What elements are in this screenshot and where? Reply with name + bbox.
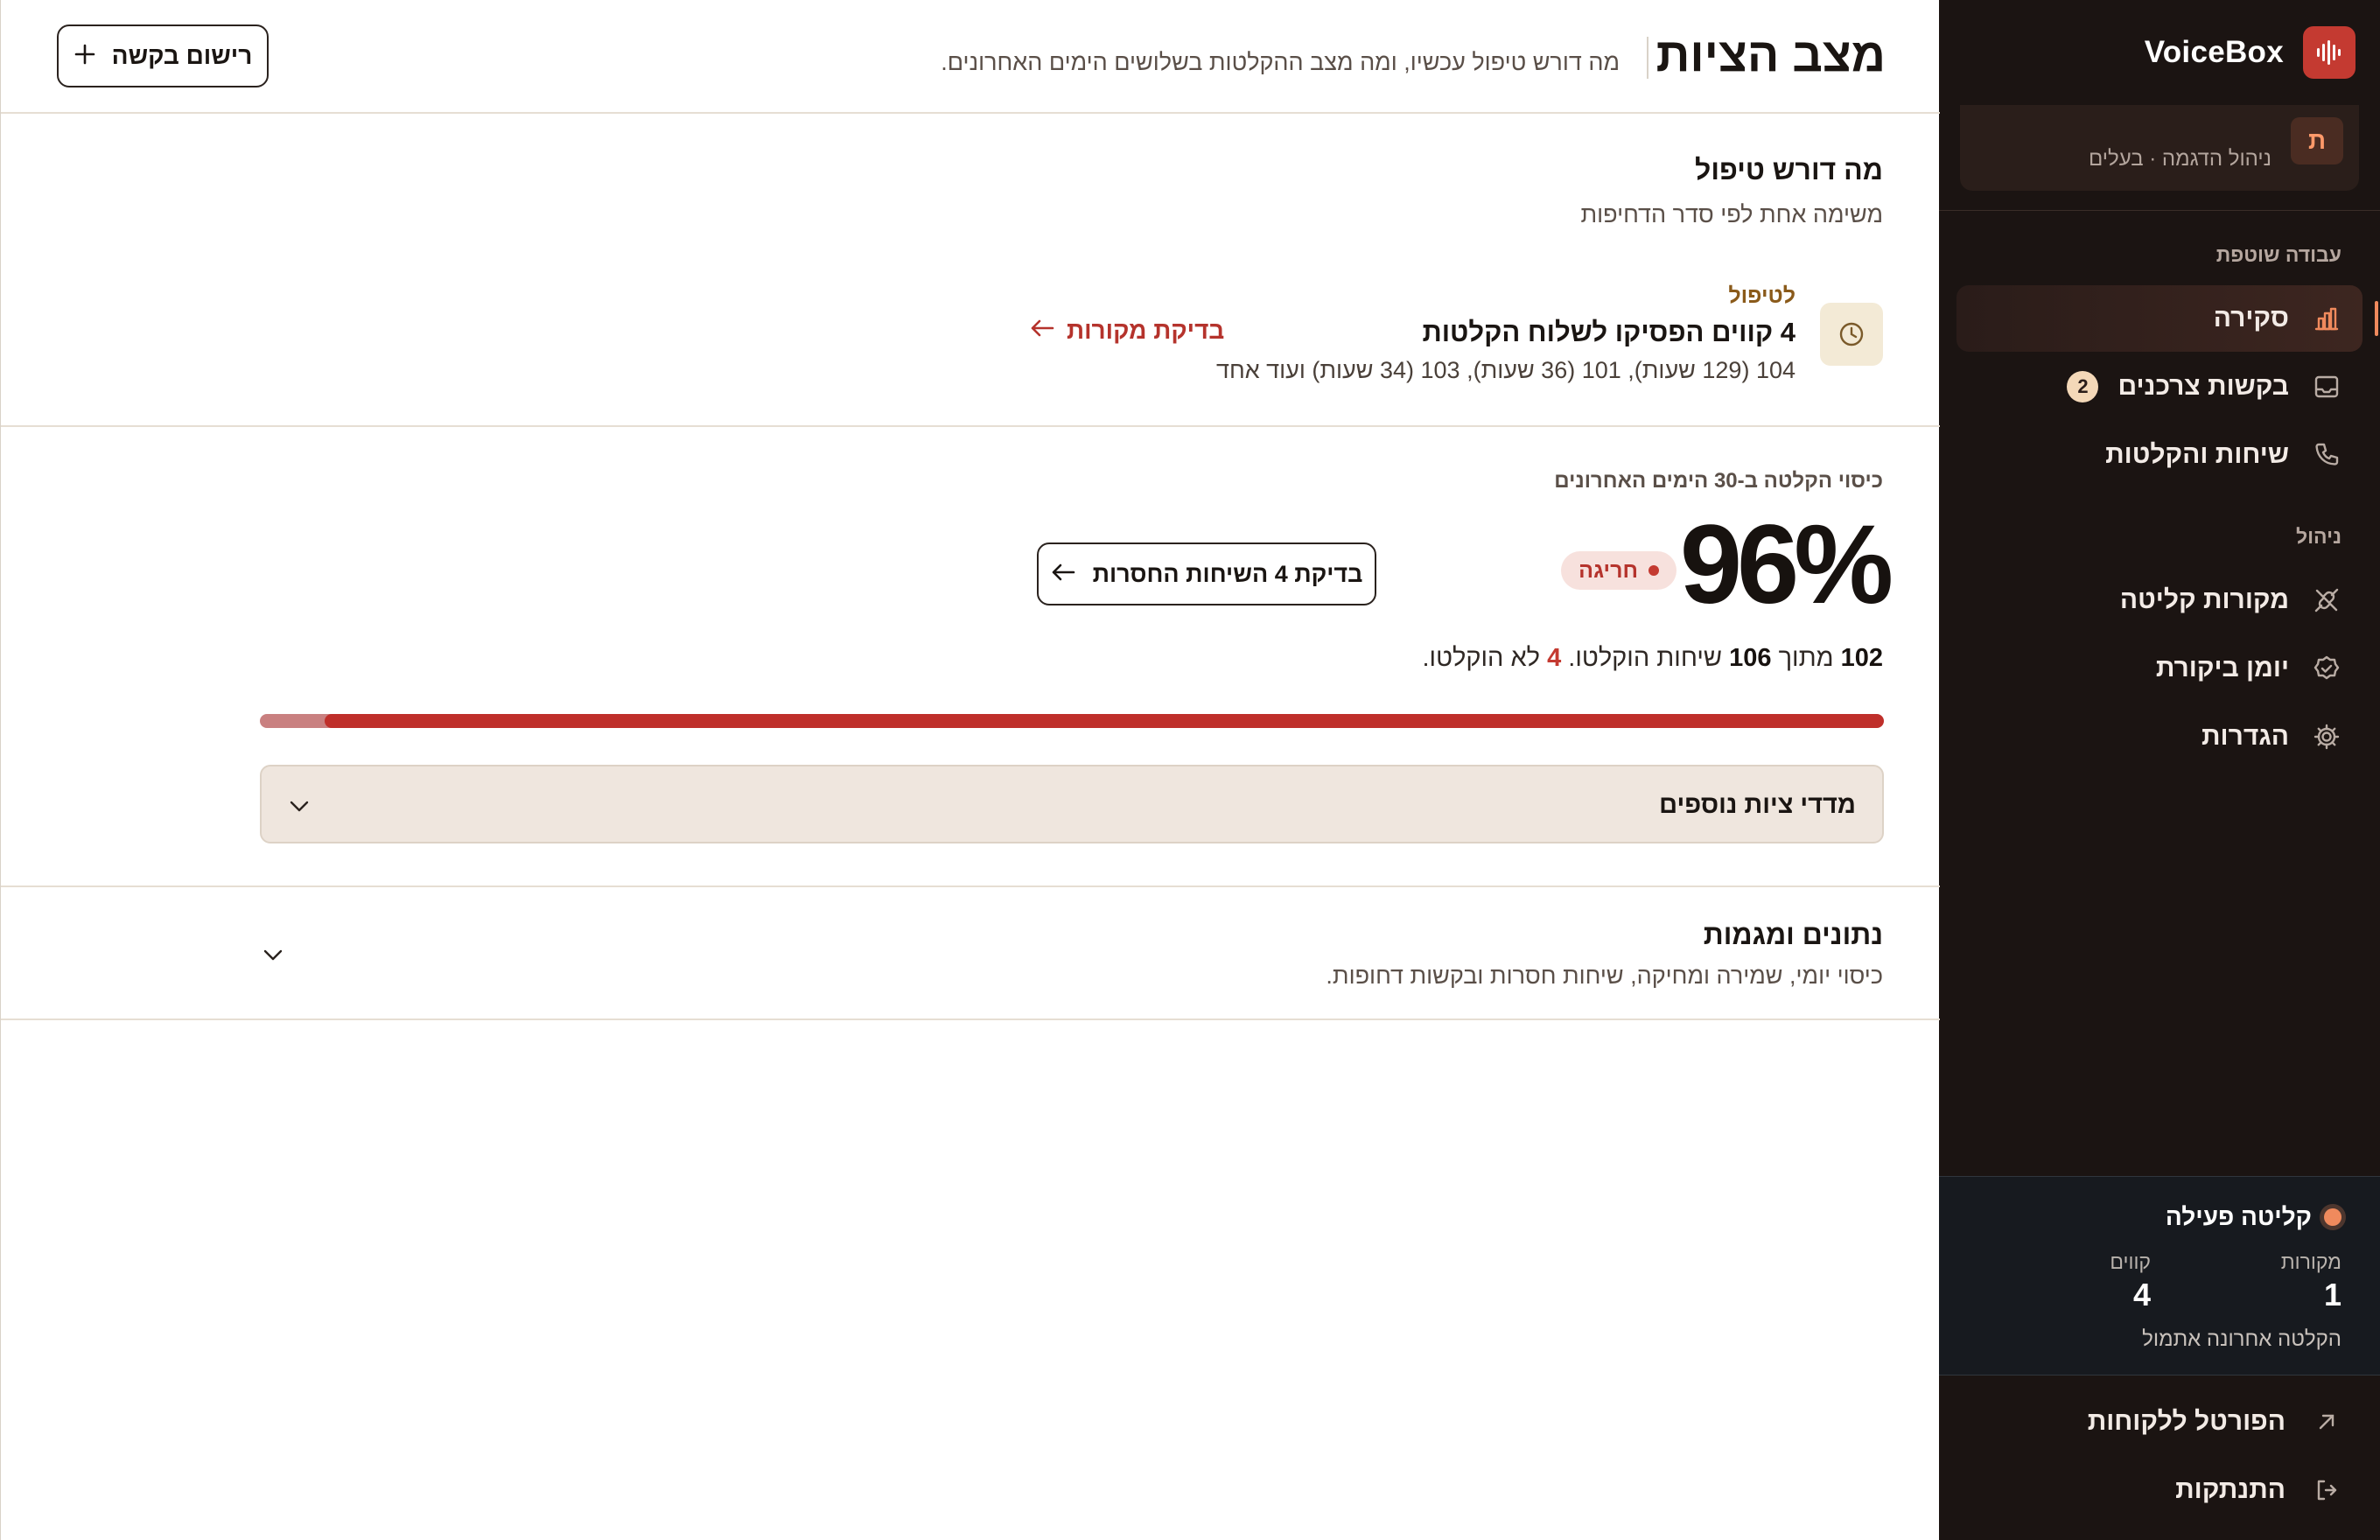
tenant-subtitle: ניהול הדגמה · בעלים — [2088, 147, 2272, 171]
logout-button[interactable]: התנתקות — [2175, 1475, 2342, 1505]
sidebar-header: VoiceBox — [1939, 0, 2380, 105]
status-badge: חריגה — [1561, 551, 1676, 590]
main-content: מצב הציות מה דורש טיפול עכשיו, ומה מצב ה… — [0, 0, 1940, 1540]
missing-count: 4 — [1547, 644, 1562, 672]
task-tag: לטיפול — [1728, 284, 1796, 308]
coverage-progress-fill — [325, 714, 1884, 728]
new-request-label: רישום בקשה — [111, 42, 253, 69]
more-metrics-title: מדדי ציות נוספים — [1659, 791, 1856, 819]
status-dot-icon — [2324, 1208, 2342, 1226]
external-link-icon — [2312, 1407, 2342, 1437]
inbox-icon — [2312, 372, 2342, 402]
text-recorded: שיחות הוקלטו. — [1568, 644, 1723, 672]
title-divider — [1647, 37, 1648, 79]
portal-link-label: הפורטל ללקוחות — [2087, 1407, 2286, 1436]
attention-subtitle: משימה אחת לפי סדר הדחיפות — [1580, 201, 1883, 228]
check-sources-label: בדיקת מקורות — [1067, 317, 1225, 344]
chevron-down-icon — [286, 793, 312, 823]
ingest-title: קליטה פעילה — [2165, 1203, 2312, 1230]
coverage-percent: 96% — [1679, 502, 1894, 627]
customer-portal-link[interactable]: הפורטל ללקוחות — [2088, 1407, 2342, 1437]
page-title: מצב הציות — [1656, 29, 1886, 81]
coverage-label: כיסוי הקלטה ב-30 הימים האחרונים — [1554, 469, 1883, 493]
lines-value: 4 — [2132, 1277, 2151, 1312]
section-divider — [1, 886, 1940, 887]
brand-name: VoiceBox — [2144, 35, 2284, 69]
coverage-summary: 102 מתוך 106 שיחות הוקלטו. 4 לא הוקלטו. — [1422, 644, 1883, 673]
arrow-left-icon — [1051, 562, 1075, 587]
task-title: 4 קווים הפסיקו לשלוח הקלטות — [1422, 317, 1796, 347]
bar-chart-icon — [2312, 304, 2342, 333]
status-badge-label: חריגה — [1578, 557, 1638, 583]
sidebar-item-label: הגדרות — [2202, 722, 2289, 751]
status-dot-icon — [1648, 565, 1659, 576]
gear-icon — [2312, 722, 2342, 752]
sidebar-item-label: סקירה — [2213, 304, 2289, 332]
total-count: 106 — [1729, 644, 1772, 672]
new-request-button[interactable]: רישום בקשה — [57, 24, 269, 88]
voicebox-logo-icon[interactable] — [2303, 26, 2356, 79]
section-divider — [1, 1018, 1940, 1020]
trends-title: נתונים ומגמות — [1703, 919, 1883, 950]
check-missing-calls-button[interactable]: בדיקת 4 השיחות החסרות — [1037, 542, 1376, 606]
trends-expand-chevron-icon[interactable] — [260, 942, 286, 972]
phone-icon — [2312, 440, 2342, 470]
sidebar-item-label: יומן ביקורת — [2155, 654, 2289, 682]
check-missing-label: בדיקת 4 השיחות החסרות — [1092, 560, 1363, 587]
last-ingest-text: הקלטה אחרונה אתמול — [2142, 1327, 2342, 1351]
section-label-manage: ניהול — [2295, 525, 2342, 548]
logout-label: התנתקות — [2175, 1475, 2286, 1504]
coverage-progress-bar — [260, 714, 1884, 728]
plug-off-icon — [2312, 585, 2342, 615]
sidebar-divider — [1939, 210, 2380, 211]
tenant-avatar: ת — [2291, 117, 2343, 164]
trends-subtitle: כיסוי יומי, שמירה ומחיקה, שיחות חסרות וב… — [1326, 962, 1883, 989]
check-sources-link[interactable]: בדיקת מקורות — [1030, 317, 1224, 345]
sidebar-item-calls-recordings[interactable]: שיחות והקלטות — [1956, 422, 2362, 488]
clock-icon — [1820, 303, 1883, 366]
attention-title: מה דורש טיפול — [1695, 154, 1883, 186]
logout-icon — [2312, 1475, 2342, 1505]
more-metrics-accordion[interactable]: מדדי ציות נוספים — [260, 765, 1884, 844]
section-divider — [1, 425, 1940, 427]
recorded-count: 102 — [1840, 644, 1883, 672]
lines-label: קווים — [2110, 1250, 2151, 1273]
page-header: מצב הציות מה דורש טיפול עכשיו, ומה מצב ה… — [1, 0, 1940, 114]
ingest-status-panel: קליטה פעילה מקורות 1 קווים 4 הקלטה אחרונ… — [1939, 1176, 2380, 1376]
requests-count-badge: 2 — [2067, 371, 2099, 402]
sidebar-item-audit-log[interactable]: יומן ביקורת — [1956, 635, 2362, 702]
sources-label: מקורות — [2280, 1250, 2342, 1273]
sidebar-item-label: מקורות קליטה — [2119, 585, 2289, 614]
sidebar: VoiceBox ת ניהול הדגמה · בעלים עבודה שוט… — [1939, 0, 2380, 1540]
shield-check-icon — [2312, 654, 2342, 683]
sidebar-item-label: שיחות והקלטות — [2105, 440, 2289, 469]
tenant-switcher[interactable]: ת ניהול הדגמה · בעלים — [1960, 105, 2359, 191]
text-not-recorded: לא הוקלטו. — [1422, 644, 1541, 672]
sidebar-item-overview[interactable]: סקירה — [1956, 285, 2378, 352]
sidebar-item-consumer-requests[interactable]: בקשות צרכנים 2 — [1956, 354, 2362, 420]
section-label-shared: עבודה שוטפת — [2216, 243, 2342, 266]
sources-value: 1 — [2323, 1277, 2342, 1312]
arrow-left-icon — [1030, 317, 1054, 345]
sidebar-item-ingest-sources[interactable]: מקורות קליטה — [1956, 567, 2362, 634]
sidebar-item-settings[interactable]: הגדרות — [1956, 704, 2362, 770]
plus-icon — [74, 43, 96, 70]
page-subtitle: מה דורש טיפול עכשיו, ומה מצב ההקלטות בשל… — [941, 49, 1620, 75]
task-detail: 104 (129 שעות), 101 (36 שעות), 103 (34 ש… — [1215, 357, 1796, 383]
sidebar-item-label: בקשות צרכנים — [2118, 372, 2289, 401]
text-of: מתוך — [1778, 644, 1834, 672]
